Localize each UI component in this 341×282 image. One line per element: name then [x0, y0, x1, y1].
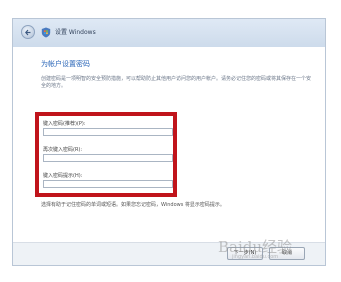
- windows-shield-icon: [41, 27, 51, 38]
- content-area: 为帐户设置密码 创建密码是一项明智的安全预防措施，可以帮助防止其他用户访问您的用…: [13, 47, 325, 243]
- back-arrow-icon: [25, 29, 31, 36]
- highlight-annotation-box: [35, 112, 177, 197]
- page-heading: 为帐户设置密码: [41, 60, 90, 68]
- page-description: 创建密码是一项明智的安全预防措施，可以帮助防止其他用户访问您的用户帐户。请务必记…: [41, 76, 312, 89]
- window-title: 设置 Windows: [55, 29, 96, 36]
- hint-note: 选择有助于记住密码的单词或短语。如果您忘记密码，Windows 将显示密码提示。: [41, 202, 225, 208]
- title-bar: 设置 Windows: [13, 19, 325, 48]
- setup-window: 设置 Windows 为帐户设置密码 创建密码是一项明智的安全预防措施，可以帮助…: [12, 18, 326, 266]
- back-button[interactable]: [21, 25, 35, 39]
- baidu-watermark-url: jingyan.baidu.com: [232, 254, 279, 260]
